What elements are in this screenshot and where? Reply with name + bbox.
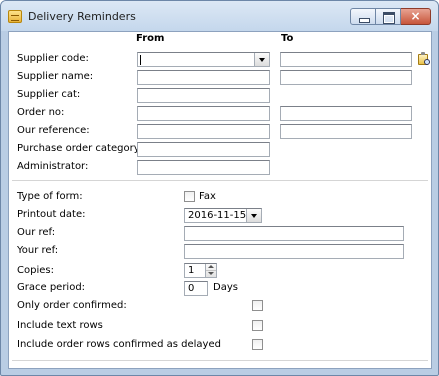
maximize-button[interactable]	[376, 8, 401, 25]
clipboard-icon	[8, 10, 22, 23]
copies-value: 1	[188, 265, 195, 276]
printout-date-picker[interactable]: 2016-11-15	[184, 208, 262, 223]
window-title: Delivery Reminders	[28, 10, 136, 23]
supplier-cat-label: Supplier cat:	[17, 89, 81, 100]
close-button[interactable]: ×	[401, 8, 431, 25]
include-text-rows-checkbox[interactable]	[252, 320, 263, 331]
chevron-down-icon[interactable]	[254, 53, 269, 66]
supplier-name-from-field[interactable]	[137, 70, 270, 85]
copies-stepper[interactable]: 1	[184, 263, 217, 278]
administrator-field[interactable]	[137, 160, 270, 175]
supplier-name-to-field[interactable]	[280, 70, 412, 85]
from-column-header: From	[136, 33, 165, 44]
include-delayed-checkbox[interactable]	[252, 339, 263, 350]
section-divider	[12, 180, 428, 182]
grace-unit-label: Days	[213, 282, 238, 293]
printout-date-label: Printout date:	[17, 209, 86, 220]
purchase-order-category-field[interactable]	[137, 142, 270, 157]
spin-up-icon[interactable]	[208, 265, 214, 268]
include-text-rows-label: Include text rows	[17, 320, 103, 331]
supplier-code-from-combo[interactable]	[137, 52, 270, 67]
type-of-form-label: Type of form:	[17, 191, 83, 202]
magnifier-icon	[424, 59, 430, 65]
supplier-name-label: Supplier name:	[17, 71, 94, 82]
form-body: From To Supplier code: Supplier name: Su…	[8, 31, 432, 369]
to-column-header: To	[281, 33, 294, 44]
our-reference-label: Our reference:	[17, 125, 90, 136]
our-reference-from-field[interactable]	[137, 124, 270, 139]
grace-period-field[interactable]: 0	[184, 281, 208, 296]
spin-buttons[interactable]	[205, 264, 216, 277]
close-icon: ×	[410, 9, 421, 23]
only-order-confirmed-checkbox[interactable]	[252, 300, 263, 311]
copies-label: Copies:	[17, 265, 54, 276]
chevron-down-icon[interactable]	[246, 209, 261, 222]
our-reference-to-field[interactable]	[280, 124, 412, 139]
minimize-button[interactable]	[350, 8, 376, 25]
our-ref-label: Our ref:	[17, 227, 56, 238]
your-ref-field[interactable]	[184, 244, 404, 259]
supplier-code-label: Supplier code:	[17, 53, 89, 64]
your-ref-label: Your ref:	[17, 245, 59, 256]
purchase-order-category-label: Purchase order category:	[17, 143, 143, 154]
grace-period-label: Grace period:	[17, 282, 86, 293]
fax-label: Fax	[199, 191, 216, 202]
include-delayed-label: Include order rows confirmed as delayed	[17, 339, 221, 350]
administrator-label: Administrator:	[17, 161, 89, 172]
grace-period-value: 0	[188, 283, 195, 294]
spin-divider	[206, 270, 216, 271]
title-bar[interactable]: Delivery Reminders ×	[1, 1, 438, 31]
supplier-code-to-field[interactable]	[280, 52, 412, 67]
order-no-from-field[interactable]	[137, 106, 270, 121]
spin-down-icon[interactable]	[208, 272, 214, 275]
order-no-to-field[interactable]	[280, 106, 412, 121]
delivery-reminders-window: Delivery Reminders × From To Supplier co…	[0, 0, 439, 376]
bottom-divider	[12, 360, 428, 362]
fax-checkbox[interactable]	[184, 191, 195, 202]
printout-date-value: 2016-11-15	[188, 210, 247, 221]
lookup-icon[interactable]	[418, 52, 431, 66]
only-order-confirmed-label: Only order confirmed:	[17, 300, 127, 311]
our-ref-field[interactable]	[184, 226, 404, 241]
supplier-cat-field[interactable]	[137, 88, 270, 103]
text-caret	[140, 55, 141, 65]
order-no-label: Order no:	[17, 107, 65, 118]
